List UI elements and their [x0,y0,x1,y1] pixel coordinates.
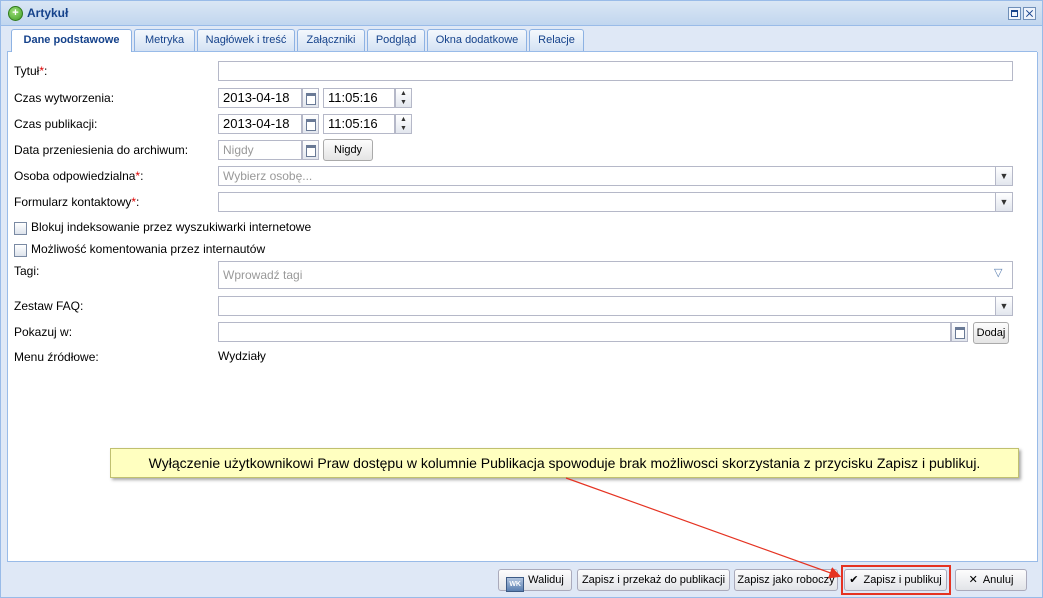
calendar-icon[interactable] [302,88,319,108]
faq-label: Zestaw FAQ: [14,299,84,313]
created-date-input[interactable]: 2013-04-18 [218,88,302,108]
show-in-input[interactable] [218,322,951,342]
cancel-button[interactable]: ✕ Anuluj [955,569,1027,591]
time-spinner[interactable]: ▲ ▼ [395,88,412,108]
validate-icon: WK [506,577,525,592]
chevron-down-icon[interactable]: ▼ [996,192,1013,212]
responsible-label: Osoba odpowiedzialna*: [14,169,144,183]
comments-checkbox[interactable] [14,244,27,257]
block-indexing-label: Blokuj indeksowanie przez wyszukiwarki i… [31,220,312,234]
comments-label: Możliwość komentowania przez internautów [31,242,266,256]
tab-zalaczniki[interactable]: Załączniki [297,29,365,51]
save-and-send-button[interactable]: Zapisz i przekaż do publikacji [577,569,730,591]
maximize-icon[interactable] [1008,7,1021,20]
chevron-down-icon[interactable]: ▼ [996,296,1013,316]
tab-strip: Dane podstawowe Metryka Nagłówek i treść… [7,27,1037,53]
chevron-down-icon[interactable]: ▼ [996,166,1013,186]
tags-label: Tagi: [14,264,40,278]
tags-input[interactable]: Wprowadź tagi [218,261,1013,289]
time-spinner[interactable]: ▲ ▼ [395,114,412,134]
faq-combo[interactable] [218,296,996,316]
window-titlebar[interactable]: + Artykuł [1,1,1042,26]
publish-time-label: Czas publikacji: [14,117,98,131]
add-button[interactable]: Dodaj [973,322,1009,344]
tab-podglad[interactable]: Podgląd [367,29,425,51]
tab-dane-podstawowe[interactable]: Dane podstawowe [11,29,132,52]
title-label: Tytuł*: [14,64,48,78]
calendar-icon[interactable] [302,114,319,134]
contact-form-combo[interactable] [218,192,996,212]
add-circle-icon: + [8,6,23,21]
responsible-combo[interactable]: Wybierz osobę... [218,166,996,186]
tab-naglowek-i-tresc[interactable]: Nagłówek i treść [197,29,295,51]
archive-date-label: Data przeniesienia do archiwum: [14,143,189,157]
created-time-label: Czas wytworzenia: [14,91,115,105]
validate-button[interactable]: WK Waliduj [498,569,572,592]
source-menu-label: Menu źródłowe: [14,350,99,364]
form-panel: Tytuł*: Czas wytworzenia: 2013-04-18 11:… [7,52,1038,562]
tab-okna-dodatkowe[interactable]: Okna dodatkowe [427,29,527,51]
article-window: + Artykuł Dane podstawowe Metryka Nagłów… [0,0,1043,598]
info-callout: Wyłączenie użytkownikowi Praw dostępu w … [110,448,1019,478]
picker-icon[interactable] [951,322,968,342]
footer-toolbar: WK Waliduj Zapisz i przekaż do publikacji… [1,562,1042,597]
tab-metryka[interactable]: Metryka [134,29,195,51]
contact-form-label: Formularz kontaktowy*: [14,195,140,209]
close-icon[interactable] [1023,7,1036,20]
source-menu-value: Wydziały [218,349,266,363]
block-indexing-checkbox[interactable] [14,222,27,235]
save-publish-highlight [841,565,951,595]
tab-relacje[interactable]: Relacje [529,29,584,51]
close-icon: ✕ [968,574,978,586]
archive-date-input[interactable]: Nigdy [218,140,302,160]
never-button[interactable]: Nigdy [323,139,373,161]
publish-date-input[interactable]: 2013-04-18 [218,114,302,134]
window-title: Artykuł [27,6,69,20]
publish-time-input[interactable]: 11:05:16 [323,114,395,134]
show-in-label: Pokazuj w: [14,325,73,339]
calendar-icon[interactable] [302,140,319,160]
title-input[interactable] [218,61,1013,81]
save-draft-button[interactable]: Zapisz jako roboczy [734,569,838,591]
tags-dropdown-icon[interactable]: ▽ [994,266,1002,279]
created-time-input[interactable]: 11:05:16 [323,88,395,108]
